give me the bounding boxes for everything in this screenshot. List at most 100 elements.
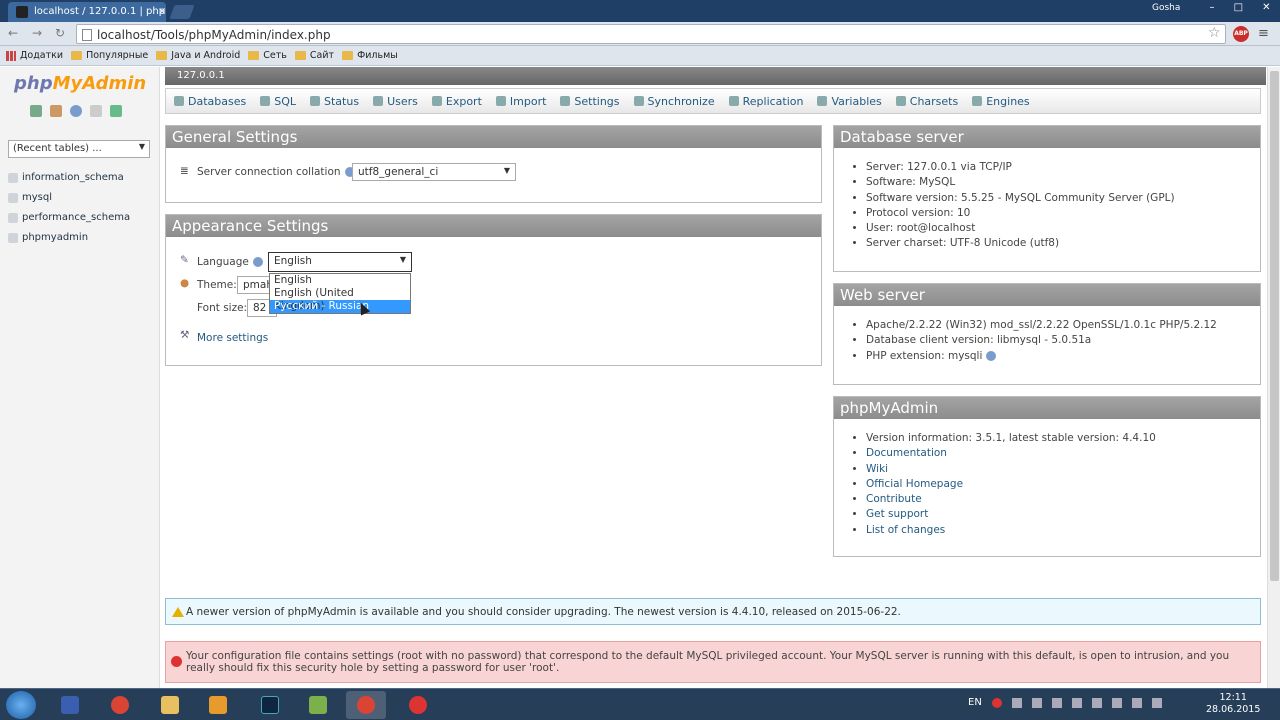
help-icon[interactable]	[252, 257, 263, 267]
database-icon	[8, 232, 18, 243]
bookmark-folder[interactable]: Сеть	[248, 50, 287, 61]
back-icon[interactable]: ←	[6, 26, 20, 40]
bookmark-star-icon[interactable]: ☆	[1208, 25, 1221, 41]
list-item: Documentation	[866, 446, 1260, 461]
phpmyadmin-logo[interactable]: phpMyAdmin	[14, 73, 146, 94]
tray-icon[interactable]	[1011, 697, 1022, 708]
close-window-icon[interactable]: ✕	[1262, 2, 1270, 18]
taskbar-app[interactable]	[398, 691, 438, 719]
wiki-link[interactable]: Wiki	[866, 463, 888, 475]
bookmarks-bar: Додатки Популярные Java и Android Сеть С…	[0, 46, 1280, 66]
db-item[interactable]: information_schema	[8, 172, 124, 183]
clock[interactable]: 12:11 28.06.2015	[1206, 692, 1260, 716]
logout-icon[interactable]	[50, 105, 62, 117]
tab-charsets[interactable]: Charsets	[895, 95, 958, 108]
taskbar-app[interactable]	[50, 691, 90, 719]
tray-icon[interactable]	[1071, 697, 1082, 708]
reload-nav-icon[interactable]	[110, 105, 122, 117]
tab-import[interactable]: Import	[495, 95, 546, 108]
bookmark-folder[interactable]: Сайт	[294, 50, 334, 61]
help-icon[interactable]	[986, 350, 997, 361]
address-bar[interactable]: localhost/Tools/phpMyAdmin/index.php	[76, 24, 1226, 44]
panel-title: phpMyAdmin	[834, 397, 1260, 419]
version-info: Version information: 3.5.1, latest stabl…	[866, 431, 1260, 446]
tab-sql[interactable]: SQL	[260, 95, 296, 108]
start-button[interactable]	[6, 691, 36, 719]
list-item: Database client version: libmysql - 5.0.…	[866, 333, 1260, 348]
bookmark-folder[interactable]: Фильмы	[342, 50, 398, 61]
db-item[interactable]: mysql	[8, 192, 52, 203]
tab-synchronize[interactable]: Synchronize	[633, 95, 715, 108]
collation-select[interactable]: utf8_general_ci ▼	[352, 163, 516, 181]
sql-icon	[260, 96, 271, 106]
taskbar-app-active[interactable]	[346, 691, 386, 719]
tray-icon[interactable]	[1051, 697, 1062, 708]
chrome-menu-icon[interactable]: ≡	[1258, 26, 1272, 41]
network-icon[interactable]	[1111, 697, 1122, 708]
list-item: Software: MySQL	[866, 175, 1260, 190]
folder-icon	[248, 51, 260, 60]
homepage-link[interactable]: Official Homepage	[866, 478, 963, 490]
list-item: List of changes	[866, 523, 1260, 538]
windows-icon[interactable]	[1091, 697, 1102, 708]
record-icon[interactable]	[991, 697, 1002, 708]
list-item: Protocol version: 10	[866, 206, 1260, 221]
taskbar-app[interactable]	[150, 691, 190, 719]
tab-variables[interactable]: Variables	[817, 95, 882, 108]
taskbar-app[interactable]	[198, 691, 238, 719]
db-item[interactable]: phpmyadmin	[8, 232, 88, 243]
profile-user[interactable]: Gosha	[1152, 3, 1180, 13]
tray-icon[interactable]	[1031, 697, 1042, 708]
home-icon[interactable]	[30, 105, 42, 117]
volume-icon[interactable]	[1131, 697, 1142, 708]
contribute-link[interactable]: Contribute	[866, 493, 922, 505]
language-indicator[interactable]: EN	[968, 697, 982, 708]
db-item[interactable]: performance_schema	[8, 212, 130, 223]
charsets-icon	[895, 96, 906, 106]
tab-replication[interactable]: Replication	[728, 95, 803, 108]
folder-icon	[71, 51, 83, 60]
tab-export[interactable]: Export	[431, 95, 482, 108]
scrollbar-thumb[interactable]	[1270, 71, 1279, 581]
taskbar-app[interactable]	[100, 691, 140, 719]
tab-settings[interactable]: Settings	[560, 95, 620, 108]
documentation-link[interactable]: Documentation	[866, 447, 947, 459]
tab-close-icon[interactable]: ×	[158, 6, 166, 17]
minimize-icon[interactable]: –	[1210, 2, 1215, 18]
bookmark-folder[interactable]: Популярные	[71, 50, 148, 61]
bookmark-apps[interactable]: Додатки	[6, 50, 63, 61]
language-label: Language	[197, 256, 263, 268]
help-icon[interactable]	[70, 105, 82, 117]
list-item: Software version: 5.5.25 - MySQL Communi…	[866, 191, 1260, 206]
support-link[interactable]: Get support	[866, 508, 928, 520]
bookmark-folder[interactable]: Java и Android	[156, 50, 240, 61]
language-option[interactable]: English	[270, 274, 410, 287]
language-option[interactable]: English (United Kingdom)	[270, 287, 410, 312]
taskbar-app[interactable]	[298, 691, 338, 719]
collation-label: Server connection collation	[197, 166, 355, 178]
tab-users[interactable]: Users	[373, 95, 418, 108]
adblock-icon[interactable]: ABP	[1233, 26, 1249, 42]
language-select[interactable]: English ▼	[268, 252, 412, 272]
docs-icon[interactable]	[90, 105, 102, 117]
database-server-panel: Database server Server: 127.0.0.1 via TC…	[833, 125, 1261, 272]
forward-icon[interactable]: →	[30, 26, 44, 40]
more-settings-link[interactable]: More settings	[197, 332, 268, 344]
language-option-highlighted[interactable]: Русский - Russian	[270, 300, 410, 313]
tab-engines[interactable]: Engines	[972, 95, 1030, 108]
reload-icon[interactable]: ↻	[53, 26, 67, 40]
changelog-link[interactable]: List of changes	[866, 524, 945, 536]
apps-icon	[6, 50, 16, 61]
page-icon	[82, 29, 92, 41]
tab-status[interactable]: Status	[310, 95, 359, 108]
chevron-down-icon: ▼	[503, 166, 510, 175]
flag-icon[interactable]	[1151, 697, 1162, 708]
taskbar-app[interactable]	[250, 691, 290, 719]
tab-databases[interactable]: Databases	[174, 95, 246, 108]
maximize-icon[interactable]: □	[1234, 2, 1243, 18]
server-breadcrumb[interactable]: 127.0.0.1	[165, 67, 1266, 85]
new-tab-button[interactable]	[169, 5, 195, 19]
recent-tables-select[interactable]: (Recent tables) ... ▼	[8, 140, 150, 158]
browser-tab[interactable]: localhost / 127.0.0.1 | php ×	[8, 2, 166, 22]
page-scrollbar[interactable]	[1267, 67, 1280, 688]
